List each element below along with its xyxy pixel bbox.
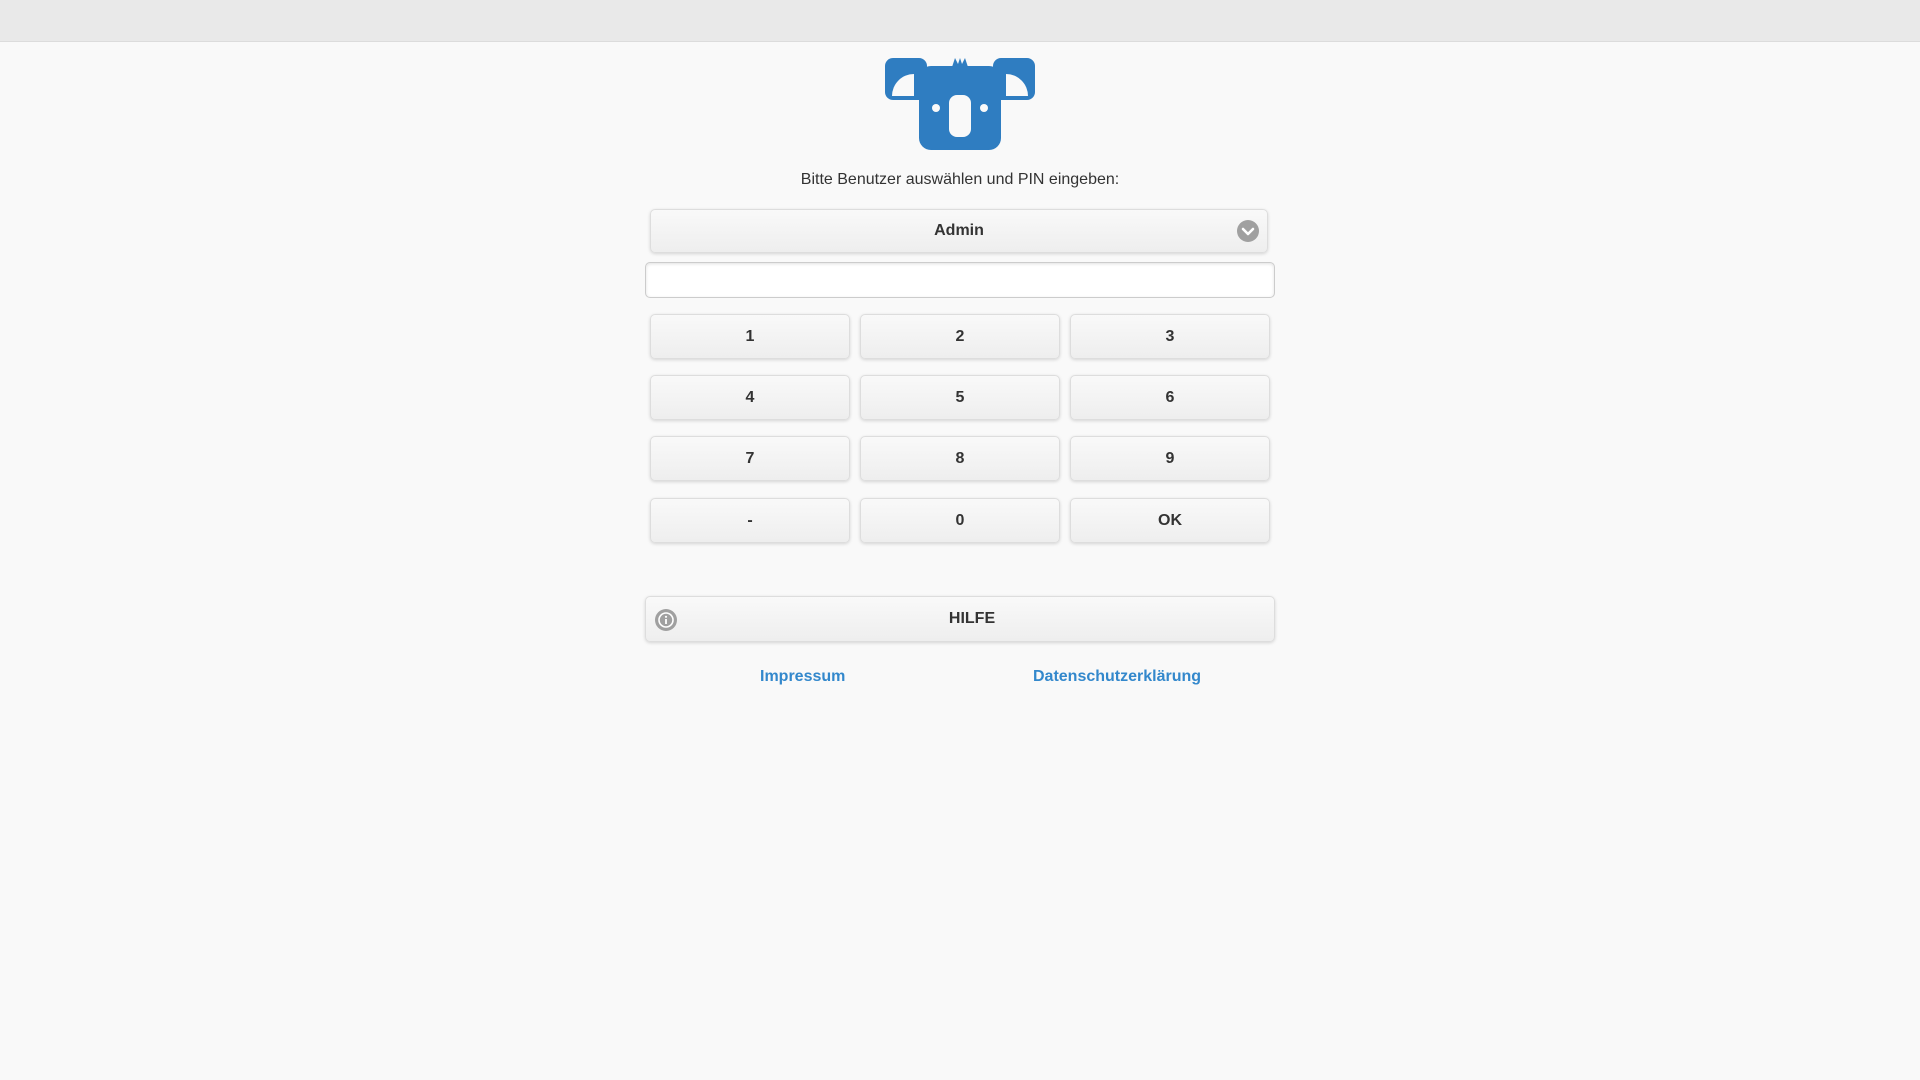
key-0-button[interactable]: 0 [860, 498, 1060, 543]
privacy-policy-link[interactable]: Datenschutzerklärung [1033, 668, 1201, 686]
user-select[interactable]: Admin [650, 209, 1268, 253]
ok-button[interactable]: OK [1070, 498, 1270, 543]
top-bar [0, 0, 1920, 42]
help-button[interactable]: HILFE [645, 596, 1275, 642]
chevron-down-icon [1237, 220, 1259, 242]
help-label: HILFE [948, 610, 996, 627]
login-prompt: Bitte Benutzer auswählen und PIN eingebe… [800, 171, 1120, 188]
key-6-button[interactable]: 6 [1070, 375, 1270, 420]
pin-input[interactable] [645, 262, 1275, 298]
key-2-button[interactable]: 2 [860, 314, 1060, 359]
key-9-button[interactable]: 9 [1070, 436, 1270, 481]
koala-logo [885, 58, 1035, 150]
key-1-button[interactable]: 1 [650, 314, 850, 359]
key-7-button[interactable]: 7 [650, 436, 850, 481]
user-select-value: Admin [934, 222, 984, 239]
impressum-link[interactable]: Impressum [760, 668, 845, 686]
key-3-button[interactable]: 3 [1070, 314, 1270, 359]
key-5-button[interactable]: 5 [860, 375, 1060, 420]
key-8-button[interactable]: 8 [860, 436, 1060, 481]
key-4-button[interactable]: 4 [650, 375, 850, 420]
key-minus-button[interactable]: - [650, 498, 850, 543]
